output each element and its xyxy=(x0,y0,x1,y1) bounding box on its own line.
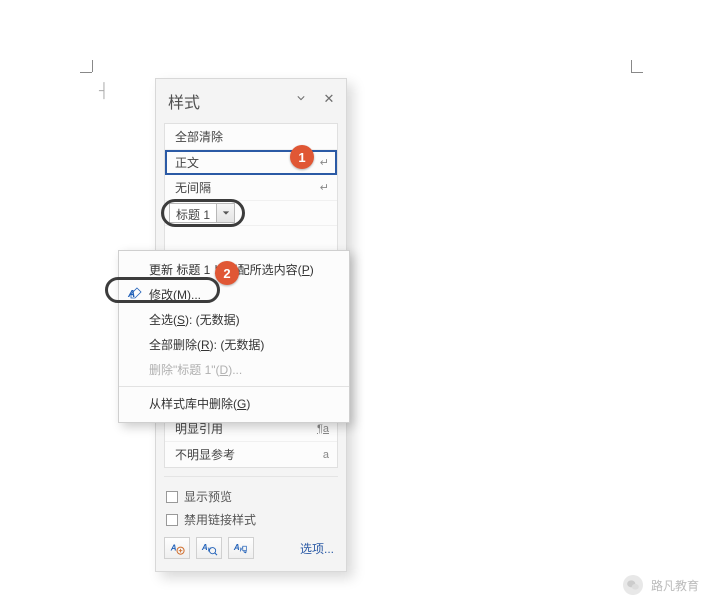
modify-icon: A xyxy=(127,286,143,302)
style-label: 不明显参考 xyxy=(175,446,235,463)
svg-text:A: A xyxy=(170,544,177,553)
style-subtle-reference[interactable]: 不明显参考 a xyxy=(165,442,337,467)
style-no-spacing[interactable]: 无间隔 ↵ xyxy=(165,175,337,201)
checkbox-label: 显示预览 xyxy=(184,488,232,505)
watermark: 路凡教育 xyxy=(623,575,699,595)
inspect-style-button[interactable]: Aᵧ xyxy=(196,537,222,559)
pane-close-icon[interactable]: ✕ xyxy=(322,91,336,105)
menu-remove-from-gallery[interactable]: 从样式库中删除(G) xyxy=(119,386,349,416)
divider xyxy=(164,476,338,477)
manage-styles-button[interactable]: Aᵧ xyxy=(228,537,254,559)
disable-linked-checkbox-row[interactable]: 禁用链接样式 xyxy=(166,508,338,531)
callout-badge-2: 2 xyxy=(215,261,239,285)
style-heading-1-row: 标题 1 xyxy=(165,201,337,226)
show-preview-checkbox-row[interactable]: 显示预览 xyxy=(166,485,338,508)
crop-mark-top-left xyxy=(80,60,98,78)
pane-header: 样式 ✕ xyxy=(156,79,346,119)
pane-title: 样式 xyxy=(168,89,200,113)
checkbox-icon[interactable] xyxy=(166,491,178,503)
linked-icon: ¶a xyxy=(317,423,329,435)
menu-delete-all[interactable]: 全部删除(R): (无数据) xyxy=(119,332,349,357)
paragraph-icon: ↵ xyxy=(320,181,329,194)
new-style-button[interactable]: A xyxy=(164,537,190,559)
paragraph-icon: ↵ xyxy=(320,156,329,169)
wechat-icon xyxy=(623,575,643,595)
crop-mark-top-right xyxy=(625,60,643,78)
chevron-down-icon[interactable] xyxy=(216,204,234,222)
style-label: 全部清除 xyxy=(175,128,223,145)
callout-badge-1: 1 xyxy=(290,145,314,169)
svg-text:Aᵧ: Aᵧ xyxy=(233,543,244,552)
style-label: 正文 xyxy=(175,154,199,171)
text-cursor xyxy=(103,82,105,100)
pane-dropdown-icon[interactable] xyxy=(294,91,308,105)
style-label: 标题 1 xyxy=(170,204,216,222)
menu-modify[interactable]: A 修改(M)... xyxy=(119,282,349,307)
menu-select-all[interactable]: 全选(S): (无数据) xyxy=(119,307,349,332)
menu-delete-style: 删除"标题 1"(D)... xyxy=(119,357,349,382)
style-heading-1-combo[interactable]: 标题 1 xyxy=(169,203,235,223)
checkbox-icon[interactable] xyxy=(166,514,178,526)
watermark-text: 路凡教育 xyxy=(651,577,699,594)
checkbox-label: 禁用链接样式 xyxy=(184,511,256,528)
char-icon: a xyxy=(323,449,329,461)
svg-text:Aᵧ: Aᵧ xyxy=(201,543,212,552)
style-clear-all[interactable]: 全部清除 xyxy=(165,124,337,150)
options-link[interactable]: 选项... xyxy=(300,540,334,557)
style-label: 无间隔 xyxy=(175,179,211,196)
